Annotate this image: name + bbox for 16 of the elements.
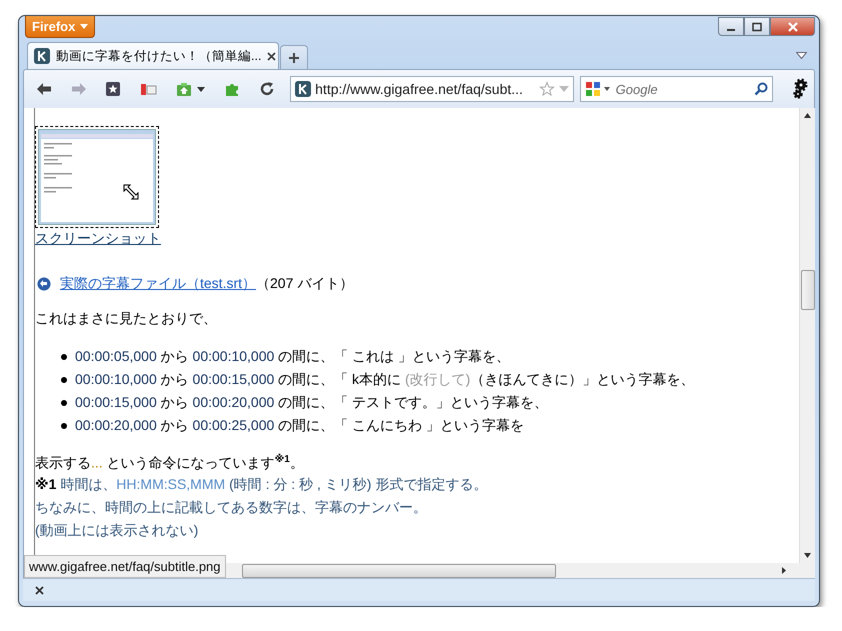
intro-text: これはまさに見たとおりで、 [35, 310, 218, 328]
note-text: ※1 時間は、HH:MM:SS,MMM (時間 : 分 : 秒 , ミリ秒) 形式で指定する。 [35, 474, 488, 494]
browser-tab[interactable]: 動画に字幕を付けたい！（簡単編... [27, 42, 279, 69]
status-url: www.gigafree.net/faq/subtitle.png [24, 555, 226, 578]
note-text: ちなみに、時間の上に記載してある数字は、字幕のナンバー。 [35, 498, 428, 517]
search-bar[interactable]: Google [580, 76, 774, 102]
file-size: （207 バイト） [256, 275, 354, 293]
list-item-text: 00:00:15,000 から 00:00:20,000 の間に、「 テストです。」という字幕を、 [75, 394, 548, 412]
note-text: (動画上には表示されない) [35, 520, 200, 540]
summary-text: 表示する... という命令になっています$^{※1}$。 [35, 454, 305, 473]
list-item-text: 00:00:10,000 から 00:00:15,000 の間に、「 k本的に (改行して)（きほんてきに）」という字幕を、 [75, 370, 694, 388]
address-bar[interactable]: http://www.gigafree.net/faq/subt... [290, 76, 574, 102]
list-item-text: 00:00:20,000 から 00:00:25,000 の間に、「 こんにちわ 」という字幕を [75, 416, 524, 434]
list-item-text: 00:00:05,000 から 00:00:10,000 の間に、「 これは 」という字幕を、 [75, 348, 510, 366]
file-link[interactable]: 実際の字幕ファイル（test.srt） [60, 275, 256, 293]
screenshot-link[interactable]: スクリーンショット [35, 230, 161, 248]
